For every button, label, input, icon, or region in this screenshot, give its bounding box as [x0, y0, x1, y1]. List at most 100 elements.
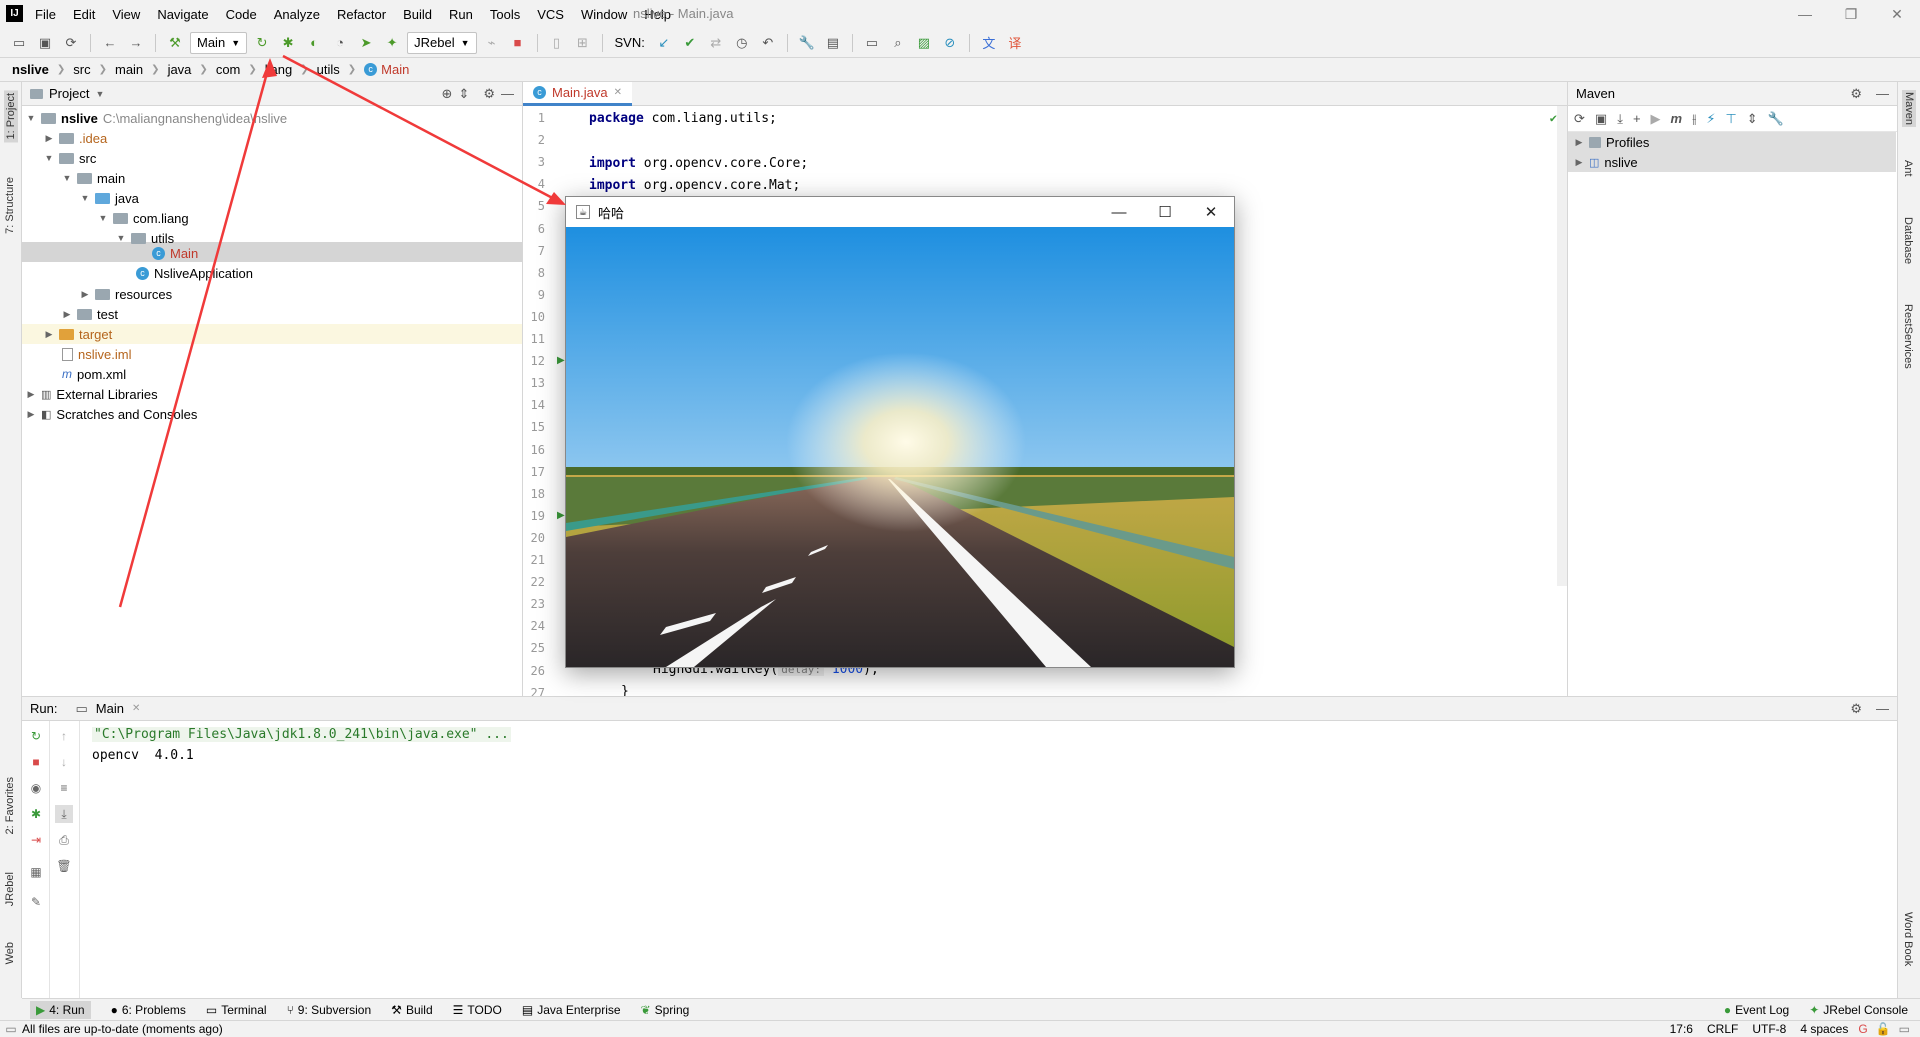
rerun-icon[interactable]: ↻	[251, 32, 273, 54]
run-config-select[interactable]: Main ▼	[190, 31, 248, 54]
menu-refactor[interactable]: Refactor	[336, 7, 387, 22]
menu-edit[interactable]: Edit	[72, 7, 96, 22]
down-icon[interactable]: ↓	[55, 753, 73, 771]
chevron-down-icon[interactable]: ▼	[44, 153, 54, 163]
memory-icon[interactable]: ▭	[1899, 1022, 1910, 1036]
run-gutter-icon[interactable]: ▶	[557, 510, 565, 521]
forward-icon[interactable]: →	[125, 32, 147, 54]
tree-item-resources[interactable]: ▶ resources	[80, 284, 173, 304]
tree-item-scratches[interactable]: ▶ ◧ Scratches and Consoles	[26, 404, 198, 424]
chevron-down-icon[interactable]: ▼	[80, 193, 90, 203]
minimize-icon[interactable]: —	[1096, 204, 1142, 221]
print-icon[interactable]: ⎙	[55, 831, 73, 849]
tree-item-main-class[interactable]: c Main	[152, 243, 198, 263]
breadcrumb-item[interactable]: Main	[381, 62, 409, 77]
tree-item-test[interactable]: ▶ test	[62, 304, 118, 324]
spring-tool-button[interactable]: ❦ Spring	[641, 1003, 690, 1017]
camera-icon[interactable]: ◉	[27, 779, 45, 797]
back-icon[interactable]: ←	[99, 32, 121, 54]
restservices-tool-button[interactable]: RestServices	[1902, 304, 1914, 369]
soft-wrap-icon[interactable]: ≡	[55, 779, 73, 797]
breadcrumb-item[interactable]: java	[168, 62, 192, 77]
breadcrumb-item[interactable]: utils	[317, 62, 340, 77]
reload-icon[interactable]: ⟳	[1574, 111, 1585, 127]
settings-wrench-icon[interactable]: 🔧	[796, 32, 818, 54]
chevron-right-icon[interactable]: ▶	[44, 133, 54, 144]
chevron-down-icon[interactable]: ▼	[62, 173, 72, 183]
maximize-icon[interactable]: ☐	[1142, 203, 1188, 221]
search-icon[interactable]: ⌕	[887, 32, 909, 54]
jrebel-console-tool-button[interactable]: ✦ JRebel Console	[1809, 1003, 1908, 1017]
close-tab-icon[interactable]: ✕	[614, 87, 622, 98]
ant-tool-button[interactable]: Ant	[1902, 160, 1914, 177]
jrebel-tool-button[interactable]: JRebel	[4, 872, 16, 906]
breadcrumb-item[interactable]: nslive	[12, 62, 49, 77]
add-icon[interactable]: +	[1633, 111, 1641, 126]
minimize-icon[interactable]: —	[1782, 0, 1828, 28]
menu-run[interactable]: Run	[448, 7, 474, 22]
chevron-down-icon[interactable]: ▼	[116, 233, 126, 243]
chevron-down-icon[interactable]: ▼	[26, 113, 36, 123]
inspection-ok-icon[interactable]: ✔	[1550, 111, 1557, 125]
line-separator[interactable]: CRLF	[1707, 1022, 1738, 1036]
restore-icon[interactable]: ❐	[1828, 0, 1874, 28]
breadcrumb-item[interactable]: main	[115, 62, 143, 77]
menu-tools[interactable]: Tools	[489, 7, 521, 22]
stop-icon[interactable]: ■	[507, 32, 529, 54]
tree-item-com-liang[interactable]: ▼ com.liang	[98, 208, 189, 228]
layout-icon[interactable]: ⊞	[572, 32, 594, 54]
web-tool-button[interactable]: Web	[4, 942, 16, 964]
chevron-right-icon[interactable]: ▶	[1574, 157, 1584, 168]
todo-tool-button[interactable]: ☰ TODO	[453, 1003, 502, 1017]
project-structure-icon[interactable]: ▤	[822, 32, 844, 54]
breadcrumb-item[interactable]: com	[216, 62, 241, 77]
generate-sources-icon[interactable]: ▣	[1595, 111, 1607, 127]
profile-icon[interactable]: ◔	[329, 32, 351, 54]
tree-item-java[interactable]: ▼ java	[80, 188, 139, 208]
menu-window[interactable]: Window	[580, 7, 628, 22]
wordbook-tool-button[interactable]: Word Book	[1902, 912, 1914, 966]
sync-icon[interactable]: ⟳	[60, 32, 82, 54]
run-tool-button[interactable]: ▶ 4: Run	[30, 1000, 91, 1019]
run-maven-icon[interactable]: ▶	[1651, 111, 1661, 127]
collapse-all-icon[interactable]: ⇕	[1747, 111, 1758, 127]
toggle-offline-icon[interactable]: ⫲	[1692, 111, 1696, 127]
event-log-tool-button[interactable]: ● Event Log	[1724, 1003, 1789, 1017]
file-encoding[interactable]: UTF-8	[1752, 1022, 1786, 1036]
terminal-icon[interactable]: ▭	[861, 32, 883, 54]
svn-update-icon[interactable]: ↙	[653, 32, 675, 54]
close-tab-icon[interactable]: ✕	[132, 703, 140, 714]
chevron-right-icon[interactable]: ▶	[80, 289, 90, 300]
maven-tool-button[interactable]: Maven	[1902, 90, 1916, 128]
maven-item-nslive[interactable]: ▶ ◫ nslive	[1574, 152, 1638, 172]
up-icon[interactable]: ↑	[55, 727, 73, 745]
collapse-icon[interactable]: ⇕	[458, 86, 469, 102]
status-message[interactable]: All files are up-to-date (moments ago)	[22, 1022, 223, 1036]
hide-icon[interactable]: —	[1876, 701, 1889, 716]
debug-icon[interactable]: ✱	[27, 805, 45, 823]
close-icon[interactable]: ✕	[1188, 203, 1234, 221]
maven-settings-icon[interactable]: 🔧	[1768, 111, 1784, 127]
attach-icon[interactable]: ⌁	[481, 32, 503, 54]
run-gutter-icon[interactable]: ▶	[557, 355, 565, 366]
maven-item-profiles[interactable]: ▶ Profiles	[1574, 132, 1650, 152]
svn-compare-icon[interactable]: ⇄	[705, 32, 727, 54]
editor-scrollbar[interactable]	[1557, 106, 1567, 586]
chevron-right-icon[interactable]: ▶	[26, 389, 36, 400]
menu-vcs[interactable]: VCS	[536, 7, 565, 22]
status-toggle-icon[interactable]: ▭	[0, 1022, 22, 1036]
chevron-right-icon[interactable]: ▶	[26, 409, 36, 420]
translate-icon[interactable]: 文	[978, 32, 1000, 54]
tree-item-target[interactable]: ▶ target	[44, 324, 113, 344]
jrebel-debug-icon[interactable]: ✦	[381, 32, 403, 54]
menu-file[interactable]: File	[34, 7, 57, 22]
tree-item-nslive[interactable]: ▼ nslive C:\maliangnansheng\idea\nslive	[26, 108, 288, 128]
breadcrumb-item[interactable]: liang	[265, 62, 292, 77]
gear-icon[interactable]: ⚙	[483, 86, 495, 102]
maven-goal-icon[interactable]: m	[1671, 111, 1683, 126]
skip-tests-icon[interactable]: ⚡	[1706, 111, 1715, 127]
build-tool-button[interactable]: ⚒ Build	[391, 1003, 432, 1017]
translate-alt-icon[interactable]: 译	[1004, 32, 1026, 54]
jrebel-config-select[interactable]: JRebel ▼	[407, 31, 477, 54]
breadcrumb-item[interactable]: src	[73, 62, 90, 77]
